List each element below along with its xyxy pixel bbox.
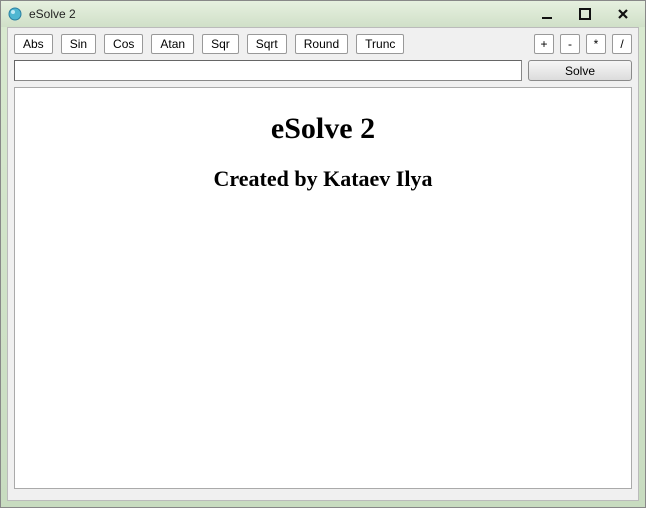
- close-button[interactable]: [613, 5, 633, 23]
- input-row: Solve: [14, 60, 632, 81]
- window-title: eSolve 2: [29, 7, 76, 21]
- titlebar-left: eSolve 2: [7, 6, 76, 22]
- trunc-button[interactable]: Trunc: [356, 34, 404, 54]
- client-area: Abs Sin Cos Atan Sqr Sqrt Round Trunc + …: [7, 27, 639, 501]
- plus-button[interactable]: +: [534, 34, 554, 54]
- window-controls: [537, 5, 641, 23]
- app-window: eSolve 2 Abs Sin Cos Atan Sqr Sqrt Round: [0, 0, 646, 508]
- multiply-button[interactable]: *: [586, 34, 606, 54]
- app-icon: [7, 6, 23, 22]
- minimize-button[interactable]: [537, 5, 557, 23]
- abs-button[interactable]: Abs: [14, 34, 53, 54]
- minus-button[interactable]: -: [560, 34, 580, 54]
- sin-button[interactable]: Sin: [61, 34, 96, 54]
- toolbar: Abs Sin Cos Atan Sqr Sqrt Round Trunc + …: [14, 34, 632, 54]
- atan-button[interactable]: Atan: [151, 34, 194, 54]
- cos-button[interactable]: Cos: [104, 34, 143, 54]
- titlebar: eSolve 2: [1, 1, 645, 27]
- sqrt-button[interactable]: Sqrt: [247, 34, 287, 54]
- sqr-button[interactable]: Sqr: [202, 34, 239, 54]
- round-button[interactable]: Round: [295, 34, 348, 54]
- expression-input[interactable]: [14, 60, 522, 81]
- divide-button[interactable]: /: [612, 34, 632, 54]
- page-subtitle: Created by Kataev Ilya: [15, 166, 631, 192]
- maximize-button[interactable]: [575, 5, 595, 23]
- operator-buttons: + - * /: [534, 34, 632, 54]
- output-pane: eSolve 2 Created by Kataev Ilya: [14, 87, 632, 489]
- solve-button[interactable]: Solve: [528, 60, 632, 81]
- page-title: eSolve 2: [15, 112, 631, 146]
- function-buttons: Abs Sin Cos Atan Sqr Sqrt Round Trunc: [14, 34, 404, 54]
